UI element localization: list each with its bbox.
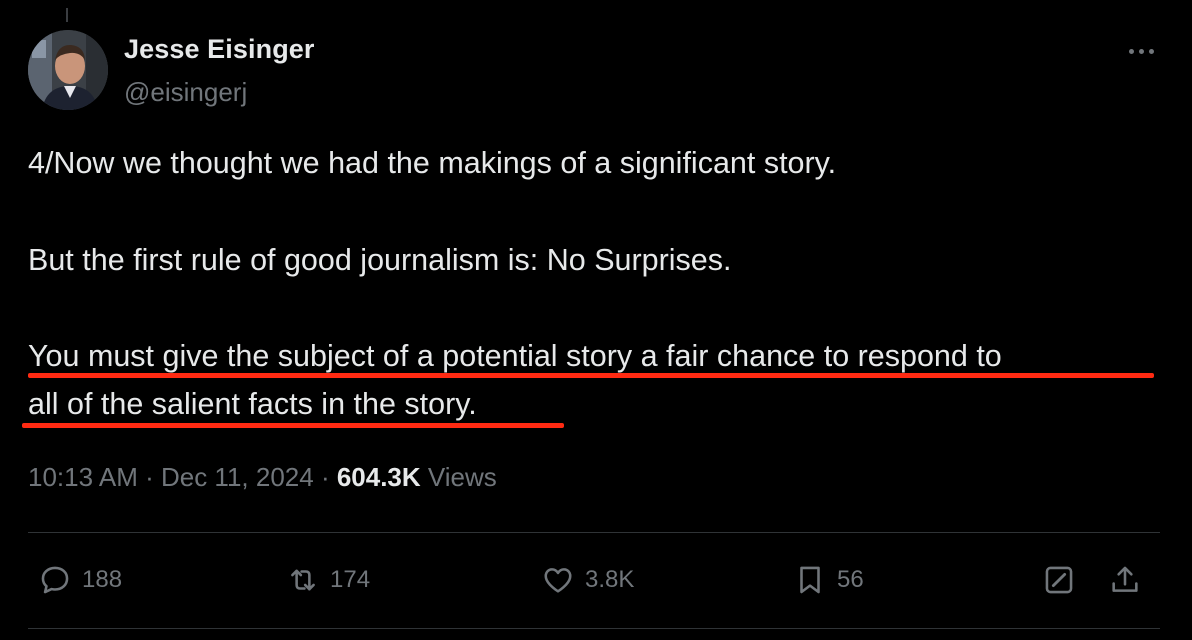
- views-label: Views: [420, 462, 497, 492]
- tweet-date[interactable]: Dec 11, 2024: [161, 462, 314, 492]
- reply-button[interactable]: 188: [38, 558, 122, 602]
- tweet-text-line: 4/Now we thought we had the makings of a…: [28, 146, 837, 180]
- share-icon: [1112, 566, 1138, 592]
- tweet-text-line-highlighted: all of the salient facts in the story.: [28, 387, 477, 421]
- bookmark-button[interactable]: 56: [793, 558, 864, 602]
- like-count: 3.8K: [585, 566, 635, 593]
- share-button[interactable]: [1108, 558, 1142, 602]
- like-icon: [544, 568, 572, 593]
- author-handle[interactable]: @eisingerj: [124, 77, 247, 108]
- more-options-button[interactable]: [1124, 38, 1158, 62]
- repost-count: 174: [330, 566, 371, 593]
- red-underline-annotation: [22, 423, 564, 428]
- meta-separator: ·: [313, 462, 337, 492]
- red-underline-annotation: [28, 373, 1154, 378]
- reply-count: 188: [82, 566, 123, 593]
- tweet-time[interactable]: 10:13 AM: [28, 462, 138, 492]
- repost-icon: [291, 569, 315, 591]
- meta-separator: ·: [137, 462, 161, 492]
- grok-button[interactable]: [1042, 558, 1076, 602]
- tweet-text-line: But the first rule of good journalism is…: [28, 243, 732, 277]
- bookmark-count: 56: [837, 566, 864, 593]
- views-count: 604.3K: [336, 462, 421, 492]
- grok-icon: [1045, 566, 1073, 594]
- avatar[interactable]: [28, 30, 108, 110]
- avatar-image: [28, 30, 108, 110]
- more-icon: [1126, 41, 1156, 59]
- author-name[interactable]: Jesse Eisinger: [124, 34, 315, 65]
- divider: [28, 628, 1160, 629]
- divider: [28, 532, 1160, 533]
- like-button[interactable]: 3.8K: [541, 558, 634, 602]
- repost-button[interactable]: 174: [286, 558, 370, 602]
- bookmark-icon: [800, 566, 820, 594]
- thread-connector-line: [66, 8, 68, 22]
- tweet-meta: 10:13 AM · Dec 11, 2024 · 604.3K Views: [28, 462, 497, 493]
- reply-icon: [41, 566, 69, 594]
